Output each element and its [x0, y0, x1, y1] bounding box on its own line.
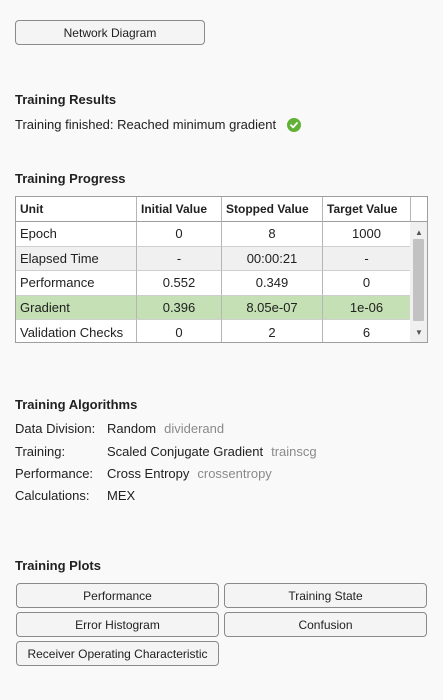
confusion-plot-button[interactable]: Confusion — [224, 612, 427, 637]
algorithm-label: Training: — [15, 444, 66, 459]
table-cell-stopped: 2 — [222, 320, 323, 342]
algorithm-function-name[interactable]: dividerand — [164, 421, 224, 436]
algorithm-label: Calculations: — [15, 488, 90, 503]
table-cell-stopped: 0.349 — [222, 271, 323, 296]
training-state-plot-button[interactable]: Training State — [224, 583, 427, 608]
algorithm-label: Performance: — [15, 466, 94, 481]
table-cell-target: 1e-06 — [323, 295, 411, 320]
table-cell-unit: Epoch — [16, 222, 137, 247]
table-cell-target: 1000 — [323, 222, 411, 247]
algorithm-value: Cross Entropy — [107, 466, 190, 481]
algorithm-row-calculations: Calculations: MEX — [15, 488, 135, 503]
training-progress-heading: Training Progress — [15, 171, 126, 186]
column-header-spacer — [411, 197, 427, 222]
table-cell-initial: 0.552 — [137, 271, 222, 296]
table-cell-initial: - — [137, 246, 222, 271]
check-circle-icon — [287, 117, 302, 132]
training-progress-table: Unit Initial Value Stopped Value Target … — [15, 196, 428, 343]
algorithm-value: Scaled Conjugate Gradient — [107, 444, 264, 459]
algorithm-function-name[interactable]: trainscg — [271, 444, 317, 459]
training-results-heading: Training Results — [15, 92, 117, 107]
table-cell-initial: 0.396 — [137, 295, 222, 320]
network-diagram-button[interactable]: Network Diagram — [15, 20, 205, 45]
algorithm-row-data-division: Data Division: Random dividerand — [15, 421, 224, 436]
table-cell-target: 0 — [323, 271, 411, 296]
table-cell-initial: 0 — [137, 320, 222, 342]
column-header-stopped: Stopped Value — [222, 197, 323, 222]
roc-plot-button[interactable]: Receiver Operating Characteristic — [16, 641, 219, 666]
scrollbar-thumb[interactable] — [413, 239, 424, 321]
scroll-down-arrow-icon[interactable]: ▼ — [415, 328, 423, 337]
algorithm-row-training: Training: Scaled Conjugate Gradient trai… — [15, 444, 317, 459]
algorithm-label: Data Division: — [15, 421, 96, 436]
algorithm-value: MEX — [107, 488, 136, 503]
table-cell-target: - — [323, 246, 411, 271]
performance-plot-button[interactable]: Performance — [16, 583, 219, 608]
table-cell-stopped: 8 — [222, 222, 323, 247]
column-header-initial: Initial Value — [137, 197, 222, 222]
table-cell-unit: Validation Checks — [16, 320, 137, 342]
column-header-unit: Unit — [16, 197, 137, 222]
scroll-up-arrow-icon[interactable]: ▲ — [415, 228, 423, 237]
algorithm-value: Random — [107, 421, 157, 436]
training-plots-heading: Training Plots — [15, 558, 101, 573]
training-algorithms-heading: Training Algorithms — [15, 397, 138, 412]
table-cell-unit: Gradient — [16, 295, 137, 320]
table-cell-unit: Elapsed Time — [16, 246, 137, 271]
table-cell-stopped: 8.05e-07 — [222, 295, 323, 320]
algorithm-function-name[interactable]: crossentropy — [197, 466, 271, 481]
table-cell-target: 6 — [323, 320, 411, 342]
column-header-target: Target Value — [323, 197, 411, 222]
training-status-text: Training finished: Reached minimum gradi… — [15, 117, 277, 132]
training-status: Training finished: Reached minimum gradi… — [15, 117, 302, 132]
algorithm-row-performance: Performance: Cross Entropy crossentropy — [15, 466, 272, 481]
table-cell-stopped: 00:00:21 — [222, 246, 323, 271]
error-histogram-plot-button[interactable]: Error Histogram — [16, 612, 219, 637]
table-cell-initial: 0 — [137, 222, 222, 247]
table-cell-unit: Performance — [16, 271, 137, 296]
